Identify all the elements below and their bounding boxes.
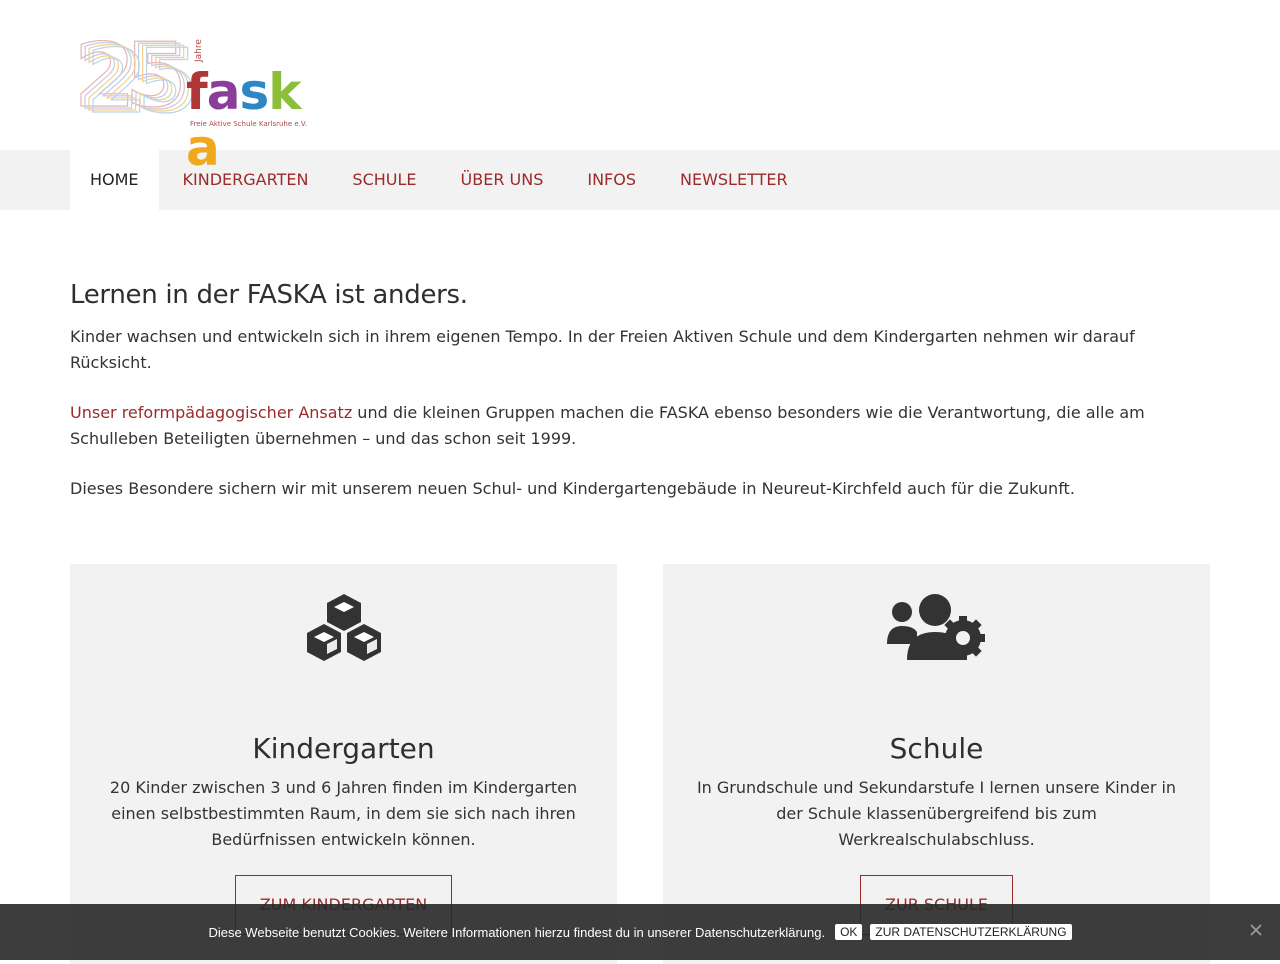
nav-item-home[interactable]: HOME (70, 150, 159, 210)
card-title-schule: Schule (889, 732, 984, 765)
close-icon[interactable] (1248, 922, 1264, 938)
cookie-notice-text: Diese Webseite benutzt Cookies. Weitere … (208, 924, 826, 940)
anniversary-25-graphic: 25 25 25 25 (73, 28, 202, 118)
intro-paragraph-1: Kinder wachsen und entwickeln sich in ih… (70, 327, 1135, 372)
card-title-kindergarten: Kindergarten (252, 732, 435, 765)
privacy-policy-button[interactable]: ZUR DATENSCHUTZERKLÄRUNG (870, 924, 1072, 940)
logo-subtitle: Freie Aktive Schule Karlsruhe e.V. (190, 120, 308, 128)
nav-item-ueber-uns[interactable]: ÜBER UNS (441, 150, 564, 210)
logo-letter: f (186, 63, 208, 121)
faska-logo[interactable]: 25 25 25 25 Jahre faska Freie Aktive Sch… (72, 28, 332, 176)
intro-paragraph-2: Unser reformpädagogischer Ansatz und die… (70, 400, 1210, 452)
nav-item-infos[interactable]: INFOS (567, 150, 656, 210)
cookie-banner: Diese Webseite benutzt Cookies. Weitere … (0, 904, 1280, 960)
logo-letter: a (206, 63, 241, 121)
cookie-ok-button[interactable]: OK (835, 924, 863, 940)
intro-paragraph-3: Dieses Besondere sichern wir mit unserem… (70, 479, 1075, 498)
nav-item-newsletter[interactable]: NEWSLETTER (660, 150, 808, 210)
card-text-schule: In Grundschule und Sekundarstufe I lerne… (696, 778, 1177, 849)
page-heading: Lernen in der FASKA ist anders. (70, 280, 468, 310)
reform-approach-link[interactable]: Unser reformpädagogischer Ansatz (70, 403, 352, 422)
logo-letter: k (268, 63, 301, 121)
site-header: 25 25 25 25 Jahre faska Freie Aktive Sch… (0, 0, 1280, 176)
svg-text:25: 25 (86, 30, 193, 118)
users-cog-icon (886, 594, 985, 660)
card-text-kindergarten: 20 Kinder zwischen 3 und 6 Jahren finden… (109, 778, 578, 849)
intro-section: Lernen in der FASKA ist anders. Kinder w… (0, 210, 1280, 502)
logo-letter: a (186, 119, 220, 177)
logo-letter: s (239, 63, 270, 121)
nav-item-schule[interactable]: SCHULE (332, 150, 436, 210)
logo-jahre-label: Jahre (194, 39, 204, 62)
cubes-icon (306, 594, 381, 661)
